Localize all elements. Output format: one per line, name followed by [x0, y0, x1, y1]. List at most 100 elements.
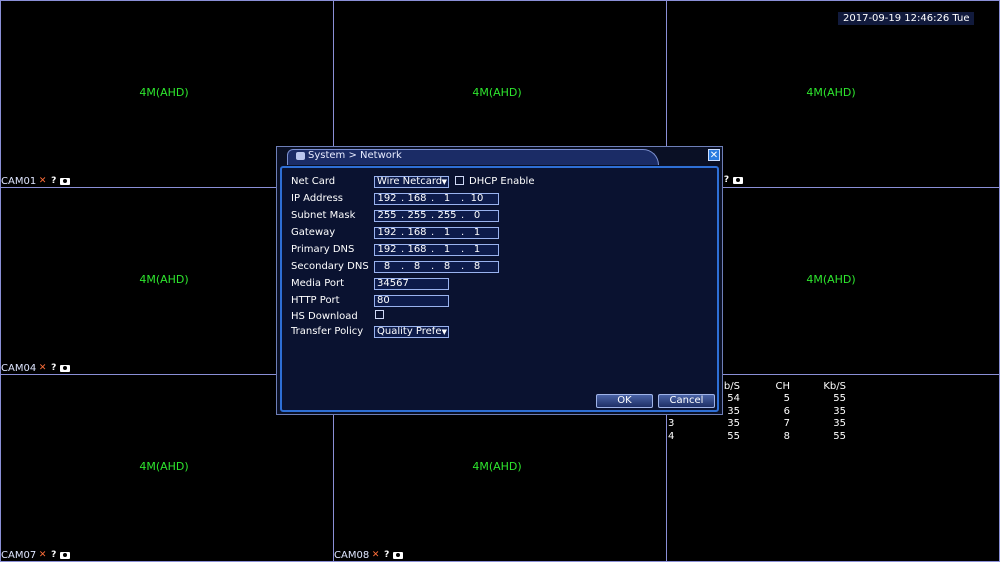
cancel-button[interactable]: Cancel — [658, 394, 715, 408]
gateway-octet-4[interactable]: 1 — [465, 228, 489, 238]
cam-label-cam03-icons[interactable]: ? — [722, 176, 743, 185]
primary-dns-field[interactable]: 192 . 168 . 1 . 1 — [374, 244, 499, 256]
ip-separator: . — [401, 193, 405, 204]
channel-resolution: 4M(AHD) — [472, 86, 522, 99]
ip-separator: . — [461, 193, 465, 204]
primary-dns-octet-2[interactable]: 168 — [405, 245, 429, 255]
question-icon: ? — [51, 363, 57, 373]
question-icon: ? — [723, 175, 730, 185]
dhcp-enable-checkbox[interactable] — [455, 176, 464, 185]
dialog-title-text: System > Network — [308, 150, 402, 161]
ip-address-field[interactable]: 192 . 168 . 1 . 10 — [374, 193, 499, 205]
media-port-input[interactable]: 34567 — [374, 278, 449, 290]
network-settings-dialog: System > Network ✕ Net Card Wire Netcard… — [276, 146, 723, 415]
stats-row: 3 35 7 35 — [668, 418, 846, 430]
dialog-titlebar[interactable]: System > Network ✕ — [277, 147, 722, 165]
primary-dns-octet-4[interactable]: 1 — [465, 245, 489, 255]
secondary-dns-octet-2[interactable]: 8 — [405, 262, 429, 272]
subnet-octet-1[interactable]: 255 — [375, 211, 399, 221]
ip-separator: . — [431, 210, 435, 221]
label-ip-address: IP Address — [291, 193, 343, 204]
transfer-policy-value: Quality Prefe — [377, 326, 442, 337]
gateway-octet-1[interactable]: 192 — [375, 228, 399, 238]
speaker-muted-icon: ✕ — [38, 363, 47, 373]
ip-separator: . — [431, 261, 435, 272]
camera-icon — [60, 178, 71, 185]
net-card-select[interactable]: Wire Netcard ▼ — [374, 176, 449, 188]
subnet-octet-2[interactable]: 255 — [405, 211, 429, 221]
ip-separator: . — [431, 193, 435, 204]
channel-resolution: 4M(AHD) — [139, 86, 189, 99]
label-hs-download: HS Download — [291, 311, 358, 322]
cam-label-cam01[interactable]: CAM01 ✕ ? — [1, 176, 71, 187]
cam-label-cam07[interactable]: CAM07 ✕ ? — [1, 550, 71, 561]
label-transfer-policy: Transfer Policy — [291, 326, 364, 337]
label-http-port: HTTP Port — [291, 295, 340, 306]
ip-separator: . — [401, 261, 405, 272]
label-primary-dns: Primary DNS — [291, 244, 355, 255]
ip-separator: . — [431, 244, 435, 255]
cam-label-cam08[interactable]: CAM08 ✕ ? — [334, 550, 404, 561]
ip-separator: . — [431, 227, 435, 238]
channel-resolution: 4M(AHD) — [806, 273, 856, 286]
question-icon: ? — [51, 550, 57, 560]
label-secondary-dns: Secondary DNS — [291, 261, 369, 272]
gateway-octet-2[interactable]: 168 — [405, 228, 429, 238]
ip-separator: . — [401, 244, 405, 255]
camera-icon — [733, 177, 743, 184]
camera-icon — [60, 552, 71, 559]
channel-resolution: 4M(AHD) — [472, 460, 522, 473]
grid-border-top — [0, 0, 1000, 1]
ip-separator: . — [461, 244, 465, 255]
net-card-value: Wire Netcard — [377, 176, 443, 187]
close-icon[interactable]: ✕ — [708, 149, 720, 161]
datetime-display: 2017-09-19 12:46:26 Tue — [838, 12, 975, 25]
label-dhcp-enable: DHCP Enable — [469, 176, 535, 187]
question-icon: ? — [384, 550, 390, 560]
channel-resolution: 4M(AHD) — [806, 86, 856, 99]
primary-dns-octet-3[interactable]: 1 — [435, 245, 459, 255]
ip-octet-4[interactable]: 10 — [465, 194, 489, 204]
cam-name: CAM08 — [334, 550, 370, 561]
gateway-octet-3[interactable]: 1 — [435, 228, 459, 238]
label-media-port: Media Port — [291, 278, 345, 289]
secondary-dns-octet-1[interactable]: 8 — [375, 262, 399, 272]
stats-header-ch: CH — [775, 380, 790, 392]
ip-separator: . — [401, 210, 405, 221]
channel-resolution: 4M(AHD) — [139, 273, 189, 286]
cam-name: CAM01 — [1, 176, 37, 187]
speaker-muted-icon: ✕ — [371, 550, 380, 560]
label-gateway: Gateway — [291, 227, 336, 238]
ip-separator: . — [461, 210, 465, 221]
ok-button[interactable]: OK — [596, 394, 653, 408]
channel-resolution: 4M(AHD) — [139, 460, 189, 473]
transfer-policy-select[interactable]: Quality Prefe ▼ — [374, 326, 449, 338]
chevron-down-icon: ▼ — [441, 178, 447, 186]
label-net-card: Net Card — [291, 176, 336, 187]
camera-icon — [60, 365, 71, 372]
secondary-dns-field[interactable]: 8 . 8 . 8 . 8 — [374, 261, 499, 273]
hs-download-checkbox[interactable] — [375, 310, 384, 319]
dialog-title: System > Network — [296, 150, 402, 161]
ip-separator: . — [461, 261, 465, 272]
subnet-mask-field[interactable]: 255 . 255 . 255 . 0 — [374, 210, 499, 222]
chevron-down-icon: ▼ — [441, 328, 447, 336]
http-port-input[interactable]: 80 — [374, 295, 449, 307]
cam-name: CAM04 — [1, 363, 37, 374]
ip-octet-3[interactable]: 1 — [435, 194, 459, 204]
primary-dns-octet-1[interactable]: 192 — [375, 245, 399, 255]
cam-label-cam04[interactable]: CAM04 ✕ ? — [1, 363, 71, 374]
camera-icon — [393, 552, 404, 559]
stats-row: 4 55 8 55 — [668, 430, 846, 442]
subnet-octet-4[interactable]: 0 — [465, 211, 489, 221]
network-icon — [296, 151, 305, 160]
subnet-octet-3[interactable]: 255 — [435, 211, 459, 221]
secondary-dns-octet-4[interactable]: 8 — [465, 262, 489, 272]
speaker-muted-icon: ✕ — [38, 176, 47, 186]
gateway-field[interactable]: 192 . 168 . 1 . 1 — [374, 227, 499, 239]
secondary-dns-octet-3[interactable]: 8 — [435, 262, 459, 272]
speaker-muted-icon: ✕ — [38, 550, 47, 560]
ip-octet-1[interactable]: 192 — [375, 194, 399, 204]
ip-octet-2[interactable]: 168 — [405, 194, 429, 204]
dialog-body: Net Card Wire Netcard ▼ DHCP Enable IP A… — [280, 166, 719, 412]
